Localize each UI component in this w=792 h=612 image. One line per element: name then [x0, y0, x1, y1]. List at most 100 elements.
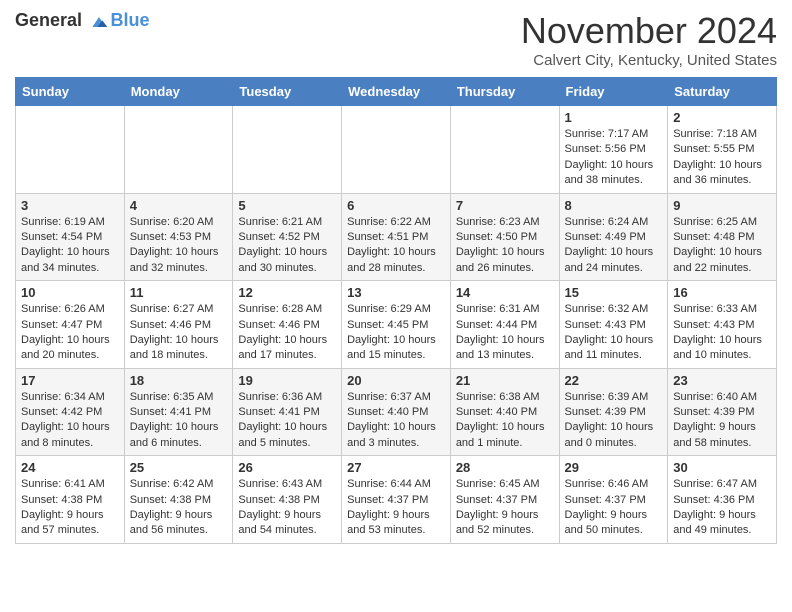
calendar-cell: 7 Sunrise: 6:23 AM Sunset: 4:50 PM Daylig… — [450, 193, 559, 281]
day-info: Sunrise: 6:31 AM Sunset: 4:44 PM Dayligh… — [456, 302, 554, 364]
month-title: November 2024 — [521, 10, 777, 52]
logo-blue-text: Blue — [111, 10, 150, 30]
day-number: 29 — [565, 460, 663, 475]
day-number: 6 — [347, 198, 445, 213]
logo-icon — [89, 12, 109, 32]
calendar-cell: 23 Sunrise: 6:40 AM Sunset: 4:39 PM Dayli… — [668, 368, 777, 456]
calendar-table: SundayMondayTuesdayWednesdayThursdayFrid… — [15, 77, 777, 544]
day-info: Sunrise: 6:25 AM Sunset: 4:48 PM Dayligh… — [673, 215, 771, 277]
calendar-cell: 30 Sunrise: 6:47 AM Sunset: 4:36 PM Dayli… — [668, 456, 777, 544]
day-info: Sunrise: 6:40 AM Sunset: 4:39 PM Dayligh… — [673, 390, 771, 452]
day-number: 18 — [130, 373, 228, 388]
day-number: 5 — [238, 198, 336, 213]
day-number: 13 — [347, 285, 445, 300]
day-info: Sunrise: 6:43 AM Sunset: 4:38 PM Dayligh… — [238, 477, 336, 539]
day-number: 30 — [673, 460, 771, 475]
day-number: 3 — [21, 198, 119, 213]
day-of-week-saturday: Saturday — [668, 78, 777, 106]
day-number: 25 — [130, 460, 228, 475]
day-info: Sunrise: 6:44 AM Sunset: 4:37 PM Dayligh… — [347, 477, 445, 539]
day-info: Sunrise: 6:35 AM Sunset: 4:41 PM Dayligh… — [130, 390, 228, 452]
calendar-cell: 21Sunrise: 6:38 AM Sunset: 4:40 PM Dayli… — [450, 368, 559, 456]
calendar-cell: 29 Sunrise: 6:46 AM Sunset: 4:37 PM Dayli… — [559, 456, 668, 544]
calendar-cell: 20Sunrise: 6:37 AM Sunset: 4:40 PM Dayli… — [342, 368, 451, 456]
day-info: Sunrise: 6:19 AM Sunset: 4:54 PM Dayligh… — [21, 215, 119, 277]
calendar-cell: 9Sunrise: 6:25 AM Sunset: 4:48 PM Daylig… — [668, 193, 777, 281]
day-number: 11 — [130, 285, 228, 300]
calendar-cell: 11 Sunrise: 6:27 AM Sunset: 4:46 PM Dayli… — [124, 281, 233, 369]
calendar-cell: 5 Sunrise: 6:21 AM Sunset: 4:52 PM Daylig… — [233, 193, 342, 281]
calendar-cell: 28 Sunrise: 6:45 AM Sunset: 4:37 PM Dayli… — [450, 456, 559, 544]
week-row-5: 24Sunrise: 6:41 AM Sunset: 4:38 PM Dayli… — [16, 456, 777, 544]
day-of-week-tuesday: Tuesday — [233, 78, 342, 106]
calendar-cell: 18 Sunrise: 6:35 AM Sunset: 4:41 PM Dayli… — [124, 368, 233, 456]
day-number: 21 — [456, 373, 554, 388]
calendar-cell: 24Sunrise: 6:41 AM Sunset: 4:38 PM Dayli… — [16, 456, 125, 544]
calendar-cell: 22 Sunrise: 6:39 AM Sunset: 4:39 PM Dayli… — [559, 368, 668, 456]
calendar-cell — [450, 106, 559, 194]
calendar-cell: 17 Sunrise: 6:34 AM Sunset: 4:42 PM Dayli… — [16, 368, 125, 456]
day-info: Sunrise: 6:45 AM Sunset: 4:37 PM Dayligh… — [456, 477, 554, 539]
day-info: Sunrise: 6:46 AM Sunset: 4:37 PM Dayligh… — [565, 477, 663, 539]
calendar-cell: 10Sunrise: 6:26 AM Sunset: 4:47 PM Dayli… — [16, 281, 125, 369]
week-row-2: 3 Sunrise: 6:19 AM Sunset: 4:54 PM Daylig… — [16, 193, 777, 281]
day-info: Sunrise: 6:21 AM Sunset: 4:52 PM Dayligh… — [238, 215, 336, 277]
day-number: 8 — [565, 198, 663, 213]
day-info: Sunrise: 6:20 AM Sunset: 4:53 PM Dayligh… — [130, 215, 228, 277]
day-number: 14 — [456, 285, 554, 300]
day-info: Sunrise: 6:32 AM Sunset: 4:43 PM Dayligh… — [565, 302, 663, 364]
calendar-cell — [342, 106, 451, 194]
calendar-cell: 4 Sunrise: 6:20 AM Sunset: 4:53 PM Daylig… — [124, 193, 233, 281]
logo: General Blue — [15, 10, 150, 32]
day-info: Sunrise: 7:17 AM Sunset: 5:56 PM Dayligh… — [565, 127, 663, 189]
day-info: Sunrise: 6:29 AM Sunset: 4:45 PM Dayligh… — [347, 302, 445, 364]
day-number: 22 — [565, 373, 663, 388]
day-number: 23 — [673, 373, 771, 388]
day-info: Sunrise: 6:27 AM Sunset: 4:46 PM Dayligh… — [130, 302, 228, 364]
day-number: 16 — [673, 285, 771, 300]
calendar-cell: 14 Sunrise: 6:31 AM Sunset: 4:44 PM Dayli… — [450, 281, 559, 369]
calendar-cell: 25 Sunrise: 6:42 AM Sunset: 4:38 PM Dayli… — [124, 456, 233, 544]
week-row-3: 10Sunrise: 6:26 AM Sunset: 4:47 PM Dayli… — [16, 281, 777, 369]
location-title: Calvert City, Kentucky, United States — [521, 52, 777, 69]
day-info: Sunrise: 6:22 AM Sunset: 4:51 PM Dayligh… — [347, 215, 445, 277]
day-info: Sunrise: 6:41 AM Sunset: 4:38 PM Dayligh… — [21, 477, 119, 539]
calendar-cell — [124, 106, 233, 194]
day-number: 15 — [565, 285, 663, 300]
day-info: Sunrise: 6:34 AM Sunset: 4:42 PM Dayligh… — [21, 390, 119, 452]
week-row-1: 1 Sunrise: 7:17 AM Sunset: 5:56 PM Daylig… — [16, 106, 777, 194]
day-info: Sunrise: 6:36 AM Sunset: 4:41 PM Dayligh… — [238, 390, 336, 452]
calendar-cell: 26 Sunrise: 6:43 AM Sunset: 4:38 PM Dayli… — [233, 456, 342, 544]
calendar-cell: 2 Sunrise: 7:18 AM Sunset: 5:55 PM Daylig… — [668, 106, 777, 194]
day-info: Sunrise: 6:33 AM Sunset: 4:43 PM Dayligh… — [673, 302, 771, 364]
day-info: Sunrise: 6:28 AM Sunset: 4:46 PM Dayligh… — [238, 302, 336, 364]
day-number: 19 — [238, 373, 336, 388]
day-number: 12 — [238, 285, 336, 300]
week-row-4: 17 Sunrise: 6:34 AM Sunset: 4:42 PM Dayli… — [16, 368, 777, 456]
day-number: 4 — [130, 198, 228, 213]
day-number: 10 — [21, 285, 119, 300]
day-number: 26 — [238, 460, 336, 475]
day-info: Sunrise: 6:39 AM Sunset: 4:39 PM Dayligh… — [565, 390, 663, 452]
day-info: Sunrise: 6:42 AM Sunset: 4:38 PM Dayligh… — [130, 477, 228, 539]
day-info: Sunrise: 6:23 AM Sunset: 4:50 PM Dayligh… — [456, 215, 554, 277]
calendar-cell: 6 Sunrise: 6:22 AM Sunset: 4:51 PM Daylig… — [342, 193, 451, 281]
day-number: 2 — [673, 110, 771, 125]
day-of-week-thursday: Thursday — [450, 78, 559, 106]
days-header-row: SundayMondayTuesdayWednesdayThursdayFrid… — [16, 78, 777, 106]
day-number: 7 — [456, 198, 554, 213]
day-number: 28 — [456, 460, 554, 475]
day-info: Sunrise: 6:47 AM Sunset: 4:36 PM Dayligh… — [673, 477, 771, 539]
day-of-week-wednesday: Wednesday — [342, 78, 451, 106]
day-number: 1 — [565, 110, 663, 125]
calendar-cell: 12 Sunrise: 6:28 AM Sunset: 4:46 PM Dayli… — [233, 281, 342, 369]
header: General Blue November 2024 Calvert City,… — [15, 10, 777, 69]
day-number: 17 — [21, 373, 119, 388]
day-of-week-monday: Monday — [124, 78, 233, 106]
calendar-cell: 27Sunrise: 6:44 AM Sunset: 4:37 PM Dayli… — [342, 456, 451, 544]
day-info: Sunrise: 6:24 AM Sunset: 4:49 PM Dayligh… — [565, 215, 663, 277]
calendar-cell: 16 Sunrise: 6:33 AM Sunset: 4:43 PM Dayli… — [668, 281, 777, 369]
day-info: Sunrise: 6:37 AM Sunset: 4:40 PM Dayligh… — [347, 390, 445, 452]
day-info: Sunrise: 7:18 AM Sunset: 5:55 PM Dayligh… — [673, 127, 771, 189]
calendar-cell: 1 Sunrise: 7:17 AM Sunset: 5:56 PM Daylig… — [559, 106, 668, 194]
